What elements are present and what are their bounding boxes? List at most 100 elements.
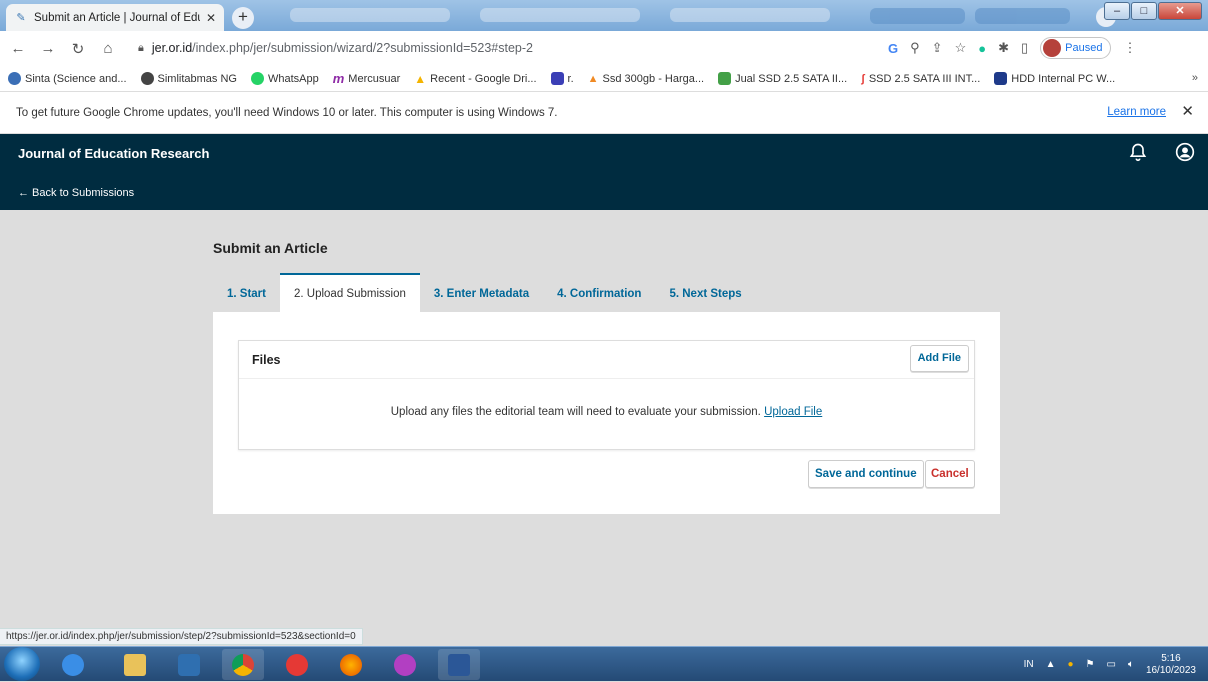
maximize-button[interactable]: □ bbox=[1131, 2, 1157, 20]
bookmark-label: Ssd 300gb - Harga... bbox=[602, 72, 705, 85]
bookmark-item[interactable]: Simlitabmas NG bbox=[140, 72, 237, 85]
upload-file-link[interactable]: Upload File bbox=[764, 406, 822, 418]
page-title: Submit an Article bbox=[213, 240, 328, 256]
url-host: jer.or.id bbox=[151, 41, 193, 55]
system-tray: IN ▲ ● ⚑ ▭ 🔈︎ 5:16 16/10/2023 bbox=[978, 647, 1208, 682]
bookmark-item[interactable]: Sinta (Science and... bbox=[8, 72, 127, 85]
wps-office-icon[interactable] bbox=[384, 649, 426, 680]
display-icon[interactable]: ▭ bbox=[1106, 659, 1115, 670]
clock[interactable]: 5:16 16/10/2023 bbox=[1146, 653, 1196, 677]
background-tabs bbox=[290, 8, 830, 22]
network-status-icon[interactable]: ● bbox=[1067, 659, 1073, 670]
side-panel-icon[interactable]: ▯ bbox=[1021, 40, 1028, 56]
whatsapp-icon bbox=[250, 72, 264, 85]
tab-enter-metadata[interactable]: 3. Enter Metadata bbox=[420, 273, 543, 312]
journal-name[interactable]: Journal of Education Research bbox=[18, 146, 209, 161]
forward-arrow-icon[interactable]: → bbox=[36, 40, 60, 57]
word-icon[interactable] bbox=[438, 649, 480, 680]
bookmark-item[interactable]: ʃ SSD 2.5 SATA III INT... bbox=[861, 73, 980, 85]
address-bar[interactable]: 🔒︎ jer.or.id/index.php/jer/submission/wi… bbox=[126, 35, 886, 61]
chrome-icon[interactable] bbox=[222, 649, 264, 680]
new-tab-button[interactable]: + bbox=[232, 7, 254, 29]
flag-icon[interactable]: ⚑ bbox=[1086, 659, 1095, 670]
save-and-continue-button[interactable]: Save and continue bbox=[808, 460, 924, 488]
clock-time: 5:16 bbox=[1161, 652, 1181, 664]
browser-tab[interactable]: ✎ Submit an Article | Journal of Edu ✕ bbox=[6, 4, 224, 31]
learn-more-link[interactable]: Learn more bbox=[1107, 106, 1166, 118]
more-bookmarks-icon[interactable]: » bbox=[1192, 72, 1198, 84]
firefox-icon[interactable] bbox=[330, 649, 372, 680]
background-windows bbox=[870, 8, 1070, 24]
share-icon[interactable]: ⇪ bbox=[932, 40, 943, 56]
bookmark-label: Simlitabmas NG bbox=[157, 72, 237, 85]
media-player-icon[interactable] bbox=[168, 649, 210, 680]
zoom-icon[interactable]: ⚲ bbox=[910, 40, 920, 56]
tab-confirmation[interactable]: 4. Confirmation bbox=[543, 273, 655, 312]
grammarly-icon[interactable]: ● bbox=[978, 41, 986, 56]
files-header: Files Add File bbox=[239, 341, 974, 379]
forms-icon bbox=[550, 72, 564, 85]
google-icon[interactable]: G bbox=[888, 41, 898, 56]
clock-date: 16/10/2023 bbox=[1145, 664, 1196, 676]
menu-kebab-icon[interactable]: ⋮ bbox=[1123, 40, 1136, 56]
status-url-bubble: https://jer.or.id/index.php/jer/submissi… bbox=[0, 628, 363, 645]
reload-icon[interactable]: ↻ bbox=[66, 40, 90, 58]
notifications-bell-icon[interactable] bbox=[1128, 142, 1148, 162]
shop-icon bbox=[718, 72, 732, 85]
upload-panel: Files Add File Upload any files the edit… bbox=[213, 312, 1000, 514]
lock-icon[interactable]: 🔒︎ bbox=[138, 42, 144, 55]
show-hidden-icons-icon[interactable]: ▲ bbox=[1046, 659, 1056, 670]
infobar-message: To get future Google Chrome updates, you… bbox=[16, 106, 558, 119]
start-button[interactable] bbox=[4, 647, 40, 681]
bookmark-label: Recent - Google Dri... bbox=[430, 72, 537, 85]
toolbar-icons: G ⚲ ⇪ ☆ ● ✱ ▯ Paused ⋮ bbox=[888, 37, 1136, 59]
cancel-button[interactable]: Cancel bbox=[925, 460, 975, 488]
close-tab-icon[interactable]: ✕ bbox=[206, 11, 216, 25]
bookmark-item[interactable]: Jual SSD 2.5 SATA II... bbox=[718, 72, 847, 85]
minimize-button[interactable]: – bbox=[1104, 2, 1130, 20]
bookmark-star-icon[interactable]: ☆ bbox=[955, 40, 967, 56]
avatar bbox=[1043, 39, 1062, 57]
bookmark-item[interactable]: m Mercusuar bbox=[333, 71, 401, 86]
mercusuar-icon: m bbox=[332, 71, 345, 86]
language-indicator[interactable]: IN bbox=[1024, 659, 1034, 670]
tab-title: Submit an Article | Journal of Edu bbox=[34, 11, 200, 24]
browser-toolbar: ← → ↻ ⌂ 🔒︎ jer.or.id/index.php/jer/submi… bbox=[0, 31, 1208, 66]
profile-button[interactable]: Paused bbox=[1040, 37, 1112, 59]
shop-icon: ʃ bbox=[861, 72, 865, 85]
main-content: Submit an Article 1. Start 2. Upload Sub… bbox=[0, 210, 1208, 626]
home-icon[interactable]: ⌂ bbox=[96, 40, 120, 57]
url-path: /index.php/jer/submission/wizard/2?submi… bbox=[192, 41, 533, 55]
tab-upload-submission[interactable]: 2. Upload Submission bbox=[280, 273, 420, 312]
bookmark-item[interactable]: WhatsApp bbox=[250, 72, 319, 85]
tab-start[interactable]: 1. Start bbox=[213, 273, 280, 312]
window-close-button[interactable]: ✕ bbox=[1158, 2, 1202, 20]
bookmark-item[interactable]: HDD Internal PC W... bbox=[994, 72, 1115, 85]
tab-next-steps[interactable]: 5. Next Steps bbox=[655, 273, 755, 312]
upload-instructions: Upload any files the editorial team will… bbox=[390, 406, 761, 418]
olx-icon bbox=[994, 72, 1008, 85]
bookmark-label: HDD Internal PC W... bbox=[1011, 72, 1116, 85]
camera-app-icon[interactable] bbox=[276, 649, 318, 680]
file-explorer-icon[interactable] bbox=[114, 649, 156, 680]
google-drive-icon: ▲ bbox=[414, 71, 427, 86]
close-icon[interactable]: ✕ bbox=[1181, 102, 1194, 120]
bookmark-label: SSD 2.5 SATA III INT... bbox=[868, 72, 981, 85]
window-title-bar: ✎ Submit an Article | Journal of Edu ✕ +… bbox=[0, 0, 1208, 31]
back-arrow-icon[interactable]: ← bbox=[6, 40, 30, 57]
bookmark-item[interactable]: ▲ Recent - Google Dri... bbox=[414, 72, 536, 86]
bookmarks-bar: Sinta (Science and... Simlitabmas NG Wha… bbox=[0, 66, 1208, 92]
add-file-button[interactable]: Add File bbox=[909, 345, 969, 372]
bookmark-label: r. bbox=[567, 72, 574, 85]
internet-explorer-icon[interactable] bbox=[52, 649, 94, 680]
user-profile-icon[interactable] bbox=[1175, 142, 1195, 162]
volume-icon[interactable]: 🔈︎ bbox=[1128, 659, 1134, 670]
files-grid: Files Add File Upload any files the edit… bbox=[238, 340, 975, 450]
back-to-submissions-link[interactable]: ← Back to Submissions bbox=[18, 187, 134, 199]
update-infobar: To get future Google Chrome updates, you… bbox=[0, 92, 1208, 134]
bookmark-label: WhatsApp bbox=[267, 72, 319, 85]
shop-icon: ▲ bbox=[587, 72, 599, 85]
extensions-icon[interactable]: ✱ bbox=[998, 40, 1009, 56]
bookmark-item[interactable]: r. bbox=[550, 72, 574, 85]
bookmark-item[interactable]: ▲ Ssd 300gb - Harga... bbox=[588, 73, 704, 85]
